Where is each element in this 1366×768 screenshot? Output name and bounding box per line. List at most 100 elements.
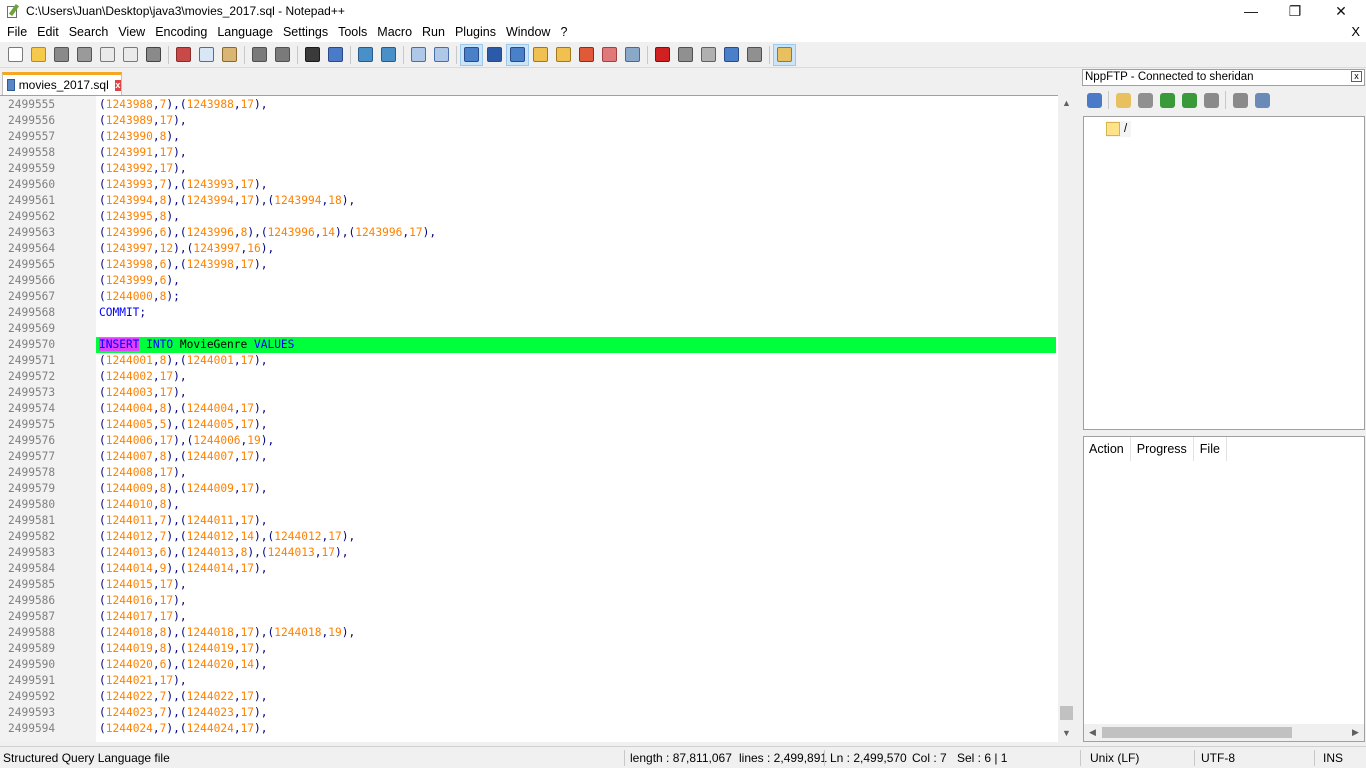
code-line[interactable]: 2499582 (1244012,7),(1244012,14),(1244012… xyxy=(0,529,1060,545)
menu-edit[interactable]: Edit xyxy=(32,22,64,42)
scroll-left-icon[interactable]: ◀ xyxy=(1084,724,1101,741)
code-line[interactable]: 2499556 (1243989,17), xyxy=(0,113,1060,129)
scrollbar-thumb[interactable] xyxy=(1102,727,1292,738)
code-line[interactable]: 2499563 (1243996,6),(1243996,8),(1243996,… xyxy=(0,225,1060,241)
undo-button[interactable] xyxy=(248,44,271,66)
code-line[interactable]: 2499576 (1244006,17),(1244006,19), xyxy=(0,433,1060,449)
stop-macro-button[interactable] xyxy=(674,44,697,66)
code-line[interactable]: 2499566 (1243999,6), xyxy=(0,273,1060,289)
code-line[interactable]: 2499593 (1244023,7),(1244023,17), xyxy=(0,705,1060,721)
monitoring-button[interactable] xyxy=(621,44,644,66)
column-progress[interactable]: Progress xyxy=(1131,437,1194,461)
code-line[interactable]: 2499575 (1244005,5),(1244005,17), xyxy=(0,417,1060,433)
nppftp-close-button[interactable]: x xyxy=(1351,71,1362,82)
code-line[interactable]: 2499562 (1243995,8), xyxy=(0,209,1060,225)
code-line[interactable]: 2499585 (1244015,17), xyxy=(0,577,1060,593)
code-line[interactable]: 2499558 (1243991,17), xyxy=(0,145,1060,161)
menu-language[interactable]: Language xyxy=(212,22,278,42)
save-all-button[interactable] xyxy=(73,44,96,66)
code-line[interactable]: 2499578 (1244008,17), xyxy=(0,465,1060,481)
code-line[interactable]: 2499579 (1244009,8),(1244009,17), xyxy=(0,481,1060,497)
editor-vertical-scrollbar[interactable]: ▲ ▼ xyxy=(1058,95,1075,742)
code-line[interactable]: 2499594 (1244024,7),(1244024,17), xyxy=(0,721,1060,737)
code-line[interactable]: 2499590 (1244020,6),(1244020,14), xyxy=(0,657,1060,673)
download-button[interactable] xyxy=(1134,89,1156,111)
folder-as-workspace-button[interactable] xyxy=(598,44,621,66)
code-line[interactable]: 2499592 (1244022,7),(1244022,17), xyxy=(0,689,1060,705)
menu-run[interactable]: Run xyxy=(417,22,450,42)
close-all-button[interactable] xyxy=(119,44,142,66)
menu-tools[interactable]: Tools xyxy=(333,22,372,42)
code-line[interactable]: 2499586 (1244016,17), xyxy=(0,593,1060,609)
remote-file-tree[interactable]: / xyxy=(1083,116,1365,430)
code-line[interactable]: 2499567 (1244000,8); xyxy=(0,289,1060,305)
close-button[interactable] xyxy=(96,44,119,66)
new-file-button[interactable] xyxy=(4,44,27,66)
code-line[interactable]: 2499573 (1244003,17), xyxy=(0,385,1060,401)
close-document-button[interactable]: X xyxy=(1351,22,1360,42)
indent-guide-button[interactable] xyxy=(506,43,529,66)
menu-window[interactable]: Window xyxy=(501,22,555,42)
code-line[interactable]: 2499583 (1244013,6),(1244013,8),(1244013,… xyxy=(0,545,1060,561)
code-line[interactable]: 2499580 (1244010,8), xyxy=(0,497,1060,513)
zoom-out-button[interactable] xyxy=(377,44,400,66)
tab-close-button[interactable]: x xyxy=(114,79,121,91)
menu-help[interactable]: ? xyxy=(555,22,572,42)
run-macro-multiple-button[interactable] xyxy=(720,44,743,66)
queue-horizontal-scrollbar[interactable]: ◀ ▶ xyxy=(1084,724,1364,741)
menu-view[interactable]: View xyxy=(113,22,150,42)
code-line[interactable]: 2499584 (1244014,9),(1244014,17), xyxy=(0,561,1060,577)
code-line[interactable]: 2499559 (1243992,17), xyxy=(0,161,1060,177)
minimize-button[interactable]: — xyxy=(1228,0,1274,22)
print-button[interactable] xyxy=(142,44,165,66)
column-file[interactable]: File xyxy=(1194,437,1227,461)
settings-button[interactable] xyxy=(1229,89,1251,111)
close-window-button[interactable]: ✕ xyxy=(1318,0,1364,22)
current-code-line[interactable]: 2499570 INSERT INTO MovieGenre VALUES xyxy=(0,337,1060,353)
scrollbar-thumb[interactable] xyxy=(1060,706,1073,720)
scroll-right-icon[interactable]: ▶ xyxy=(1347,724,1364,741)
menu-file[interactable]: File xyxy=(0,22,32,42)
menu-search[interactable]: Search xyxy=(64,22,114,42)
play-macro-button[interactable] xyxy=(697,44,720,66)
save-button[interactable] xyxy=(50,44,73,66)
code-line[interactable]: 2499561 (1243994,8),(1243994,17),(1243994… xyxy=(0,193,1060,209)
code-line[interactable]: 2499577 (1244007,8),(1244007,17), xyxy=(0,449,1060,465)
menu-macro[interactable]: Macro xyxy=(372,22,417,42)
copy-button[interactable] xyxy=(195,44,218,66)
code-line[interactable]: 2499564 (1243997,12),(1243997,16), xyxy=(0,241,1060,257)
connect-button[interactable] xyxy=(1083,89,1105,111)
find-button[interactable] xyxy=(301,44,324,66)
code-line[interactable]: 2499568 COMMIT; xyxy=(0,305,1060,321)
zoom-in-button[interactable] xyxy=(354,44,377,66)
code-line[interactable]: 2499565 (1243998,6),(1243998,17), xyxy=(0,257,1060,273)
maximize-button[interactable]: ❐ xyxy=(1272,0,1318,22)
code-line[interactable]: 2499587 (1244017,17), xyxy=(0,609,1060,625)
code-line[interactable]: 2499557 (1243990,8), xyxy=(0,129,1060,145)
word-wrap-button[interactable] xyxy=(460,43,483,66)
code-line[interactable]: 2499591 (1244021,17), xyxy=(0,673,1060,689)
code-line[interactable]: 2499555 (1243988,7),(1243988,17), xyxy=(0,97,1060,113)
cut-button[interactable] xyxy=(172,44,195,66)
scroll-up-icon[interactable]: ▲ xyxy=(1058,95,1075,112)
tree-node-root[interactable]: / xyxy=(1106,121,1132,137)
code-line[interactable]: 2499581 (1244011,7),(1244011,17), xyxy=(0,513,1060,529)
function-list-button[interactable] xyxy=(575,44,598,66)
code-line[interactable]: 2499560 (1243993,7),(1243993,17), xyxy=(0,177,1060,193)
abort-button[interactable] xyxy=(1200,89,1222,111)
sync-vertical-button[interactable] xyxy=(407,44,430,66)
code-line[interactable]: 2499588 (1244018,8),(1244018,17),(1244018… xyxy=(0,625,1060,641)
save-macro-button[interactable] xyxy=(743,44,766,66)
replace-button[interactable] xyxy=(324,44,347,66)
open-file-button[interactable] xyxy=(27,44,50,66)
code-editor[interactable]: 2499555 (1243988,7),(1243988,17), 2499556 (… xyxy=(0,95,1060,742)
code-line[interactable]: 2499571 (1244001,8),(1244001,17), xyxy=(0,353,1060,369)
refresh-button[interactable] xyxy=(1178,89,1200,111)
user-language-button[interactable] xyxy=(529,44,552,66)
menu-settings[interactable]: Settings xyxy=(278,22,333,42)
show-all-chars-button[interactable] xyxy=(483,44,506,66)
code-line[interactable]: 2499569 xyxy=(0,321,1060,337)
column-action[interactable]: Action xyxy=(1084,437,1131,461)
code-line[interactable]: 2499572 (1244002,17), xyxy=(0,369,1060,385)
message-window-button[interactable] xyxy=(1251,89,1273,111)
